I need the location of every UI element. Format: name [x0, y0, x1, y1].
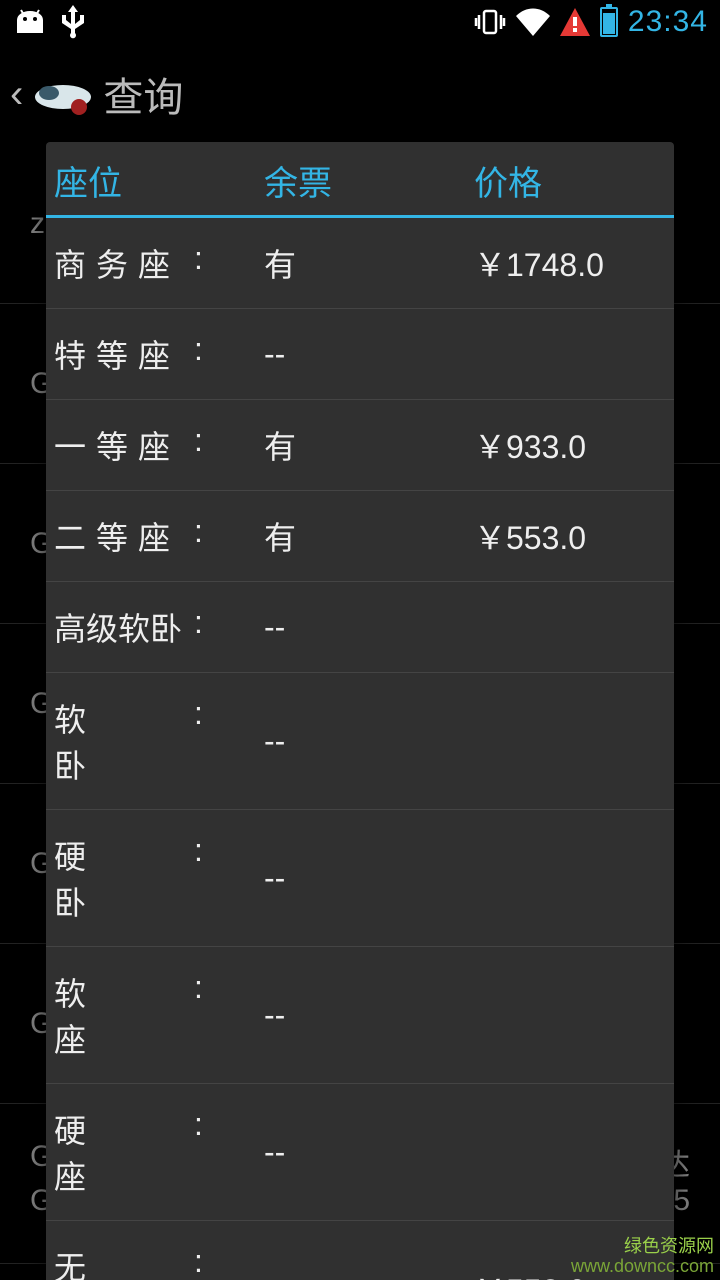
avail-value: -- — [264, 609, 474, 646]
status-time: 23:34 — [628, 5, 708, 39]
seat-row[interactable]: 硬座: -- — [46, 1084, 674, 1221]
seat-label: 一等座 — [54, 422, 194, 468]
price-value: ￥553.0 — [474, 513, 666, 559]
watermark: 绿色资源网 www.downcc.com — [571, 1236, 714, 1276]
seat-label: 软座 — [54, 969, 194, 1061]
colon: : — [194, 832, 224, 924]
android-icon — [12, 8, 48, 36]
vibrate-icon — [474, 7, 506, 37]
back-button[interactable]: ‹ — [10, 72, 23, 117]
avail-value: -- — [264, 336, 474, 373]
app-logo-icon — [33, 73, 93, 115]
colon: : — [194, 422, 224, 468]
header-avail: 余票 — [264, 156, 474, 205]
colon: : — [194, 1106, 224, 1198]
page-title: 查询 — [103, 65, 183, 123]
seat-row[interactable]: 二等座: 有￥553.0 — [46, 491, 674, 582]
seat-label: 商务座 — [54, 240, 194, 286]
avail-value: -- — [264, 860, 474, 897]
seat-label: 高级软卧 — [54, 604, 194, 650]
colon: : — [194, 240, 224, 286]
price-value: ￥933.0 — [474, 422, 666, 468]
seat-label: 无座 — [54, 1243, 194, 1280]
avail-value: -- — [264, 1134, 474, 1171]
warning-icon — [560, 8, 590, 36]
avail-value: -- — [264, 997, 474, 1034]
avail-value: 有 — [264, 240, 474, 286]
header-price: 价格 — [474, 156, 666, 205]
seat-label: 软卧 — [54, 695, 194, 787]
seat-row[interactable]: 一等座: 有￥933.0 — [46, 400, 674, 491]
status-bar: 23:34 — [0, 0, 720, 44]
seat-label: 硬卧 — [54, 832, 194, 924]
dialog-header: 座位 余票 价格 — [46, 142, 674, 218]
seat-label: 硬座 — [54, 1106, 194, 1198]
seat-row[interactable]: 商务座: 有￥1748.0 — [46, 218, 674, 309]
price-value: ￥1748.0 — [474, 240, 666, 286]
seat-availability-dialog: 座位 余票 价格 商务座:有￥1748.0特等座:--一等座:有￥933.0二等… — [46, 142, 674, 1280]
seat-row[interactable]: 软座: -- — [46, 947, 674, 1084]
app-header: ‹ 查询 — [0, 44, 720, 144]
colon: : — [194, 1243, 224, 1280]
avail-value: 有 — [264, 422, 474, 468]
usb-icon — [62, 5, 84, 39]
colon: : — [194, 969, 224, 1061]
watermark-text: 绿色资源网 — [571, 1236, 714, 1256]
colon: : — [194, 604, 224, 650]
header-seat: 座位 — [54, 156, 264, 205]
wifi-icon — [516, 8, 550, 36]
avail-value: -- — [264, 1271, 474, 1280]
dialog-body: 商务座:有￥1748.0特等座:--一等座:有￥933.0二等座:有￥553.0… — [46, 218, 674, 1280]
seat-row[interactable]: 特等座: -- — [46, 309, 674, 400]
colon: : — [194, 331, 224, 377]
battery-icon — [600, 7, 618, 37]
colon: : — [194, 695, 224, 787]
colon: : — [194, 513, 224, 559]
seat-row[interactable]: 高级软卧: -- — [46, 582, 674, 673]
watermark-url: www.downcc.com — [571, 1256, 714, 1276]
seat-label: 特等座 — [54, 331, 194, 377]
avail-value: -- — [264, 723, 474, 760]
avail-value: 有 — [264, 513, 474, 559]
seat-label: 二等座 — [54, 513, 194, 559]
seat-row[interactable]: 软卧: -- — [46, 673, 674, 810]
seat-row[interactable]: 硬卧: -- — [46, 810, 674, 947]
